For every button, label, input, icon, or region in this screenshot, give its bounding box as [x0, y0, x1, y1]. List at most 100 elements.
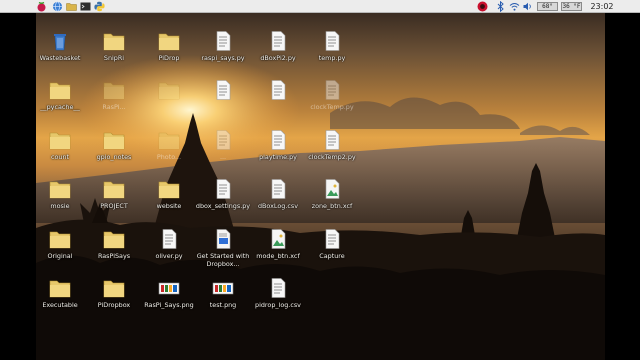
desktop-item-label: gpio_notes	[96, 153, 132, 161]
desktop-item-original[interactable]: Original	[32, 229, 88, 275]
desktop-item-label: playtime.py	[259, 153, 297, 161]
desktop-item-pidrop-log-csv[interactable]: pidrop_log.csv	[250, 278, 306, 324]
desktop-item-capture[interactable]: Capture	[304, 229, 360, 275]
desktop-item-label: zone_btn.xcf	[311, 202, 353, 210]
desktop-item-raspi-folder[interactable]: RasPi...	[86, 80, 142, 126]
desktop-item-label: dBoxPi2.py	[260, 54, 296, 62]
folder-icon	[103, 130, 125, 150]
desktop-item-dboxpi2-py[interactable]: dBoxPi2.py	[250, 31, 306, 77]
png-file-icon	[158, 278, 180, 298]
folder-icon	[103, 278, 125, 298]
desktop-item-file-hidden-3[interactable]: ...	[195, 130, 251, 176]
desktop-item-count[interactable]: count	[32, 130, 88, 176]
desktop-item-website[interactable]: website	[141, 179, 197, 225]
python-icon[interactable]	[94, 1, 105, 12]
desktop-item-label: RasPi_Says.png	[144, 301, 194, 309]
raspberry-menu-icon[interactable]	[36, 1, 47, 12]
png-file-icon	[212, 278, 234, 298]
desktop-item-folder-hidden[interactable]	[141, 80, 197, 126]
folder-icon	[49, 229, 71, 249]
desktop-item-label: oliver.py	[155, 252, 183, 260]
desktop-item-label: PROJECT	[100, 202, 128, 210]
desktop-item-label: test.png	[209, 301, 237, 309]
desktop-item-label: count	[50, 153, 70, 161]
text-file-icon	[267, 130, 289, 150]
folder-icon	[158, 80, 180, 100]
image-file-icon	[321, 179, 343, 199]
volume-icon[interactable]	[522, 1, 533, 12]
text-file-icon	[267, 31, 289, 51]
text-file-icon	[321, 229, 343, 249]
desktop-item-wastebasket[interactable]: Wastebasket	[32, 31, 88, 77]
letterbox-left	[0, 13, 36, 360]
text-file-icon	[212, 179, 234, 199]
desktop-item-snipri[interactable]: SnipRi	[86, 31, 142, 77]
desktop-item-label: dBoxLog.csv	[257, 202, 298, 210]
folder-icon	[103, 31, 125, 51]
desktop-item-raspi-says-py[interactable]: raspi_says.py	[195, 31, 251, 77]
desktop-item-raspisays[interactable]: RasPiSays	[86, 229, 142, 275]
text-file-icon	[267, 278, 289, 298]
desktop-item-dbox-settings-py[interactable]: dbox_settings.py	[195, 179, 251, 225]
update-notification-icon[interactable]	[477, 1, 488, 12]
desktop-item-label: mode_btn.xcf	[256, 252, 300, 260]
text-file-icon	[321, 130, 343, 150]
desktop-item-playtime-py[interactable]: playtime.py	[250, 130, 306, 176]
desktop-item-clocktemp-py[interactable]: clockTemp.py	[304, 80, 360, 126]
desktop-item-project[interactable]: PROJECT	[86, 179, 142, 225]
desktop-item-label: dbox_settings.py	[195, 202, 251, 210]
desktop-item-temp-py[interactable]: temp.py	[304, 31, 360, 77]
desktop-item-clocktemp2-py[interactable]: clockTemp2.py	[304, 130, 360, 176]
folder-icon	[49, 278, 71, 298]
desktop-item-file-hidden-2[interactable]	[250, 80, 306, 126]
desktop-item-gpio-notes[interactable]: gpio_notes	[86, 130, 142, 176]
text-file-icon	[158, 229, 180, 249]
desktop-item-folder-photo[interactable]: Photo...	[141, 130, 197, 176]
desktop-item-label: Capture	[319, 252, 345, 260]
clock[interactable]: 23:02	[584, 0, 620, 13]
desktop-item-label: website	[156, 202, 182, 210]
desktop-item-label: Get Started with Dropbox...	[196, 252, 250, 268]
text-file-icon	[321, 31, 343, 51]
folder-icon	[158, 31, 180, 51]
desktop-item-mosie[interactable]: mosie	[32, 179, 88, 225]
wifi-icon[interactable]	[509, 1, 520, 12]
taskbar: 68° 36 °F 23:02	[0, 0, 640, 13]
desktop-item-get-started-dropbox[interactable]: Get Started with Dropbox...	[195, 229, 251, 275]
trash-icon	[49, 31, 71, 51]
temperature-meter[interactable]: 36 °F	[561, 2, 582, 11]
cpu-usage-meter[interactable]: 68°	[537, 2, 558, 11]
desktop-item-label: __pycache__	[40, 103, 80, 111]
text-file-icon	[212, 31, 234, 51]
desktop-item-label: Original	[47, 252, 73, 260]
desktop-item-label: Wastebasket	[39, 54, 81, 62]
folder-icon	[158, 179, 180, 199]
globe-icon[interactable]	[52, 1, 63, 12]
desktop-item-zone-btn-xcf[interactable]: zone_btn.xcf	[304, 179, 360, 225]
desktop-item-pidrop[interactable]: PiDrop	[141, 31, 197, 77]
desktop-item-executable[interactable]: Executable	[32, 278, 88, 324]
bluetooth-icon[interactable]	[495, 1, 506, 12]
desktop-item-mode-btn-xcf[interactable]: mode_btn.xcf	[250, 229, 306, 275]
text-file-icon	[267, 80, 289, 100]
text-file-icon	[212, 130, 234, 150]
desktop-item-pidropbox[interactable]: PiDropbox	[86, 278, 142, 324]
desktop-item-label: mosie	[50, 202, 70, 210]
letterbox-right	[605, 13, 640, 360]
desktop-item-label: PiDropbox	[97, 301, 131, 309]
desktop-item-label: RasPi...	[102, 103, 126, 111]
desktop-item-label: temp.py	[318, 54, 346, 62]
desktop-item-test-png[interactable]: test.png	[195, 278, 251, 324]
folder-icon	[103, 229, 125, 249]
desktop-item-oliver-py[interactable]: oliver.py	[141, 229, 197, 275]
desktop-item-file-hidden-1[interactable]	[195, 80, 251, 126]
desktop-item-raspi-says-png[interactable]: RasPi_Says.png	[141, 278, 197, 324]
folder-icon	[103, 179, 125, 199]
desktop-item-pycache[interactable]: __pycache__	[32, 80, 88, 126]
desktop-item-label: RasPiSays	[97, 252, 131, 260]
desktop-item-dboxlog-csv[interactable]: dBoxLog.csv	[250, 179, 306, 225]
terminal-icon[interactable]	[80, 1, 91, 12]
desktop-item-label: Executable	[42, 301, 78, 309]
text-file-icon	[267, 179, 289, 199]
folder-icon[interactable]	[66, 1, 77, 12]
